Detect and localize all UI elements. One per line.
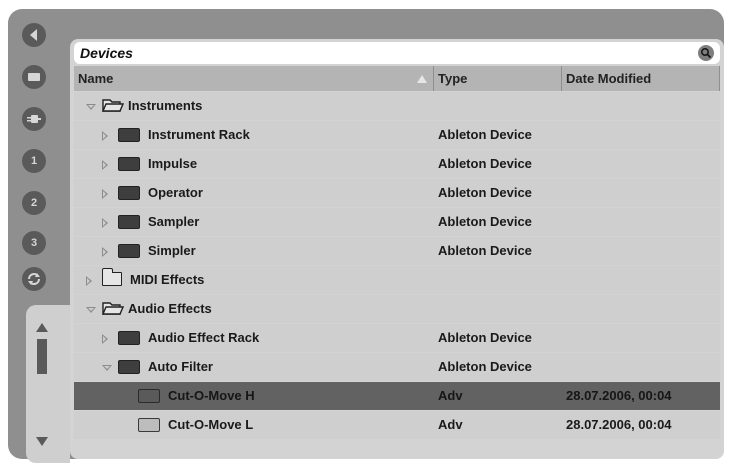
back-arrow-icon[interactable]	[22, 23, 46, 47]
open-folder-icon	[102, 99, 124, 112]
browser-panel: Devices Name Type Date Modified Instrume…	[70, 39, 724, 459]
file-browser-1-icon[interactable]: 1	[22, 149, 46, 173]
item-type: Ableton Device	[438, 127, 532, 142]
item-label: Auto Filter	[148, 359, 213, 374]
list-item[interactable]: Sampler Ableton Device	[74, 208, 720, 236]
column-header: Name Type Date Modified	[74, 66, 720, 91]
expand-triangle-icon[interactable]	[102, 334, 108, 344]
preset-icon	[138, 389, 160, 403]
open-folder-icon	[102, 302, 124, 315]
expand-triangle-icon[interactable]	[102, 160, 108, 170]
column-type-header[interactable]: Type	[434, 66, 562, 91]
file-browser-1-label: 1	[30, 155, 38, 167]
item-date: 28.07.2006, 00:04	[566, 417, 672, 432]
item-type: Ableton Device	[438, 185, 532, 200]
item-label: Operator	[148, 185, 203, 200]
scroll-up-icon[interactable]	[36, 323, 48, 332]
item-type: Ableton Device	[438, 359, 532, 374]
search-icon[interactable]	[698, 45, 714, 61]
item-label: Instrument Rack	[148, 127, 250, 142]
list-item[interactable]: Impulse Ableton Device	[74, 150, 720, 178]
device-icon	[118, 331, 140, 345]
item-label: Audio Effects	[128, 301, 212, 316]
item-date: 28.07.2006, 00:04	[566, 388, 672, 403]
expand-triangle-icon[interactable]	[102, 189, 108, 199]
sort-ascending-icon	[417, 75, 427, 83]
device-icon	[118, 215, 140, 229]
list-item[interactable]: Instrument Rack Ableton Device	[74, 121, 720, 149]
browser-title-bar: Devices	[74, 42, 720, 64]
list-item[interactable]: Auto Filter Ableton Device	[74, 353, 720, 381]
item-type: Adv	[438, 388, 463, 403]
item-label: Audio Effect Rack	[148, 330, 260, 345]
scroll-down-icon[interactable]	[36, 437, 48, 446]
column-type-label: Type	[438, 71, 468, 86]
list-item[interactable]: Cut-O-Move L Adv 28.07.2006, 00:04	[74, 411, 720, 439]
expand-triangle-icon[interactable]	[102, 131, 108, 141]
collapse-triangle-icon[interactable]	[86, 307, 96, 313]
list-item-selected[interactable]: Cut-O-Move H Adv 28.07.2006, 00:04	[74, 382, 720, 410]
device-icon	[118, 128, 140, 142]
column-date-label: Date Modified	[566, 71, 652, 86]
device-icon	[118, 157, 140, 171]
item-label: Impulse	[148, 156, 198, 171]
expand-triangle-icon[interactable]	[86, 276, 92, 286]
device-icon	[118, 244, 140, 258]
browser-scrollbar[interactable]	[26, 305, 70, 463]
list-item[interactable]: MIDI Effects	[74, 266, 720, 294]
item-type: Ableton Device	[438, 330, 532, 345]
file-browser-3-icon[interactable]: 3	[22, 231, 46, 255]
file-browser-3-label: 3	[30, 237, 38, 249]
item-label: Cut-O-Move L	[168, 417, 254, 432]
scroll-thumb[interactable]	[37, 339, 47, 374]
preset-icon	[138, 418, 160, 432]
list-item[interactable]: Audio Effects	[74, 295, 720, 323]
browser-title: Devices	[80, 45, 133, 61]
item-label: MIDI Effects	[130, 272, 205, 287]
column-name-label: Name	[78, 71, 114, 86]
column-name-header[interactable]: Name	[74, 66, 434, 91]
item-label: Cut-O-Move H	[168, 388, 255, 403]
list-item[interactable]: Simpler Ableton Device	[74, 237, 720, 265]
collapse-triangle-icon[interactable]	[86, 104, 96, 110]
item-type: Ableton Device	[438, 243, 532, 258]
refresh-icon[interactable]	[22, 267, 46, 291]
file-browser-2-icon[interactable]: 2	[22, 191, 46, 215]
list-item[interactable]: Audio Effect Rack Ableton Device	[74, 324, 720, 352]
file-browser-2-label: 2	[30, 197, 38, 209]
collapse-triangle-icon[interactable]	[102, 365, 112, 371]
device-browser-icon[interactable]	[22, 65, 46, 89]
device-icon	[118, 360, 140, 374]
expand-triangle-icon[interactable]	[102, 218, 108, 228]
plugin-browser-icon[interactable]	[22, 107, 46, 131]
expand-triangle-icon[interactable]	[102, 247, 108, 257]
item-type: Ableton Device	[438, 156, 532, 171]
item-type: Ableton Device	[438, 214, 532, 229]
list-item[interactable]: Instruments	[74, 92, 720, 120]
item-label: Sampler	[148, 214, 200, 229]
item-label: Instruments	[128, 98, 203, 113]
browser-frame: 1 2 3 Devices Name Type Date Modified In…	[8, 9, 724, 463]
column-date-header[interactable]: Date Modified	[562, 66, 720, 91]
item-label: Simpler	[148, 243, 196, 258]
device-icon	[118, 186, 140, 200]
list-item[interactable]: Operator Ableton Device	[74, 179, 720, 207]
folder-icon	[101, 268, 122, 286]
browser-list: Instruments Instrument Rack Ableton Devi…	[74, 92, 720, 454]
item-type: Adv	[438, 417, 463, 432]
